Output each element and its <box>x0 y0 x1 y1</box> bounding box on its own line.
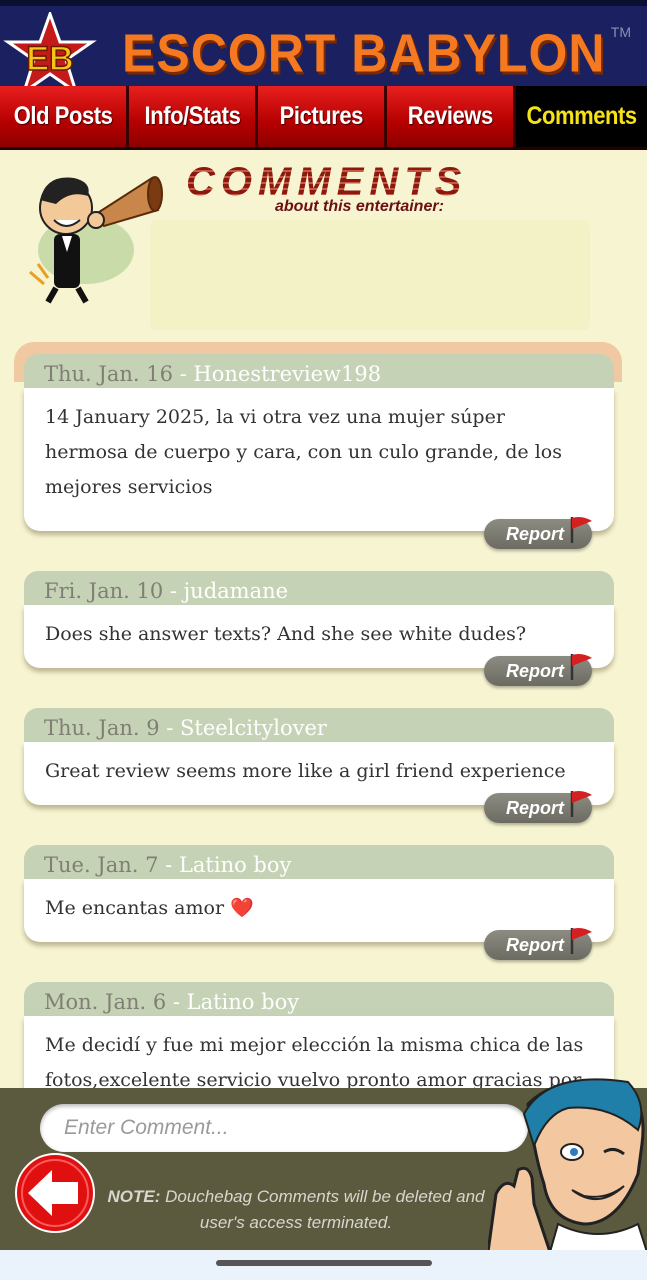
heart-emoji: ❤️ <box>230 897 254 919</box>
comments-feed: Thu. Jan. 16 - Honestreview198 14 Januar… <box>24 354 614 1154</box>
megaphone-mascot-icon <box>29 176 163 304</box>
comment-policy-note: NOTE: Douchebag Comments will be deleted… <box>106 1184 486 1236</box>
site-title[interactable]: ESCORT BABYLON <box>122 22 605 85</box>
comment-user[interactable]: Latino boy <box>187 990 299 1014</box>
tab-label: Comments <box>526 102 637 130</box>
comment-text: Me encantas amor <box>45 897 225 919</box>
report-label: Report <box>506 935 564 955</box>
nav-tabs: Old Posts Info/Stats Pictures Reviews Co… <box>0 86 647 150</box>
comment-sep: - <box>159 716 181 740</box>
comment-date: Thu. Jan. 16 <box>44 362 173 386</box>
system-nav-bar <box>0 1250 647 1280</box>
comment-user[interactable]: Honestreview198 <box>193 362 381 386</box>
comment-date: Thu. Jan. 9 <box>44 716 160 740</box>
banner-subtitle: about this entertainer: <box>275 198 444 215</box>
comment-item: Thu. Jan. 9 - Steelcitylover Great revie… <box>24 708 614 823</box>
comment-date: Fri. Jan. 10 <box>44 579 164 603</box>
winking-guy-icon <box>488 1078 647 1252</box>
tab-label: Pictures <box>279 102 363 130</box>
comment-header: Mon. Jan. 6 - Latino boy <box>24 982 614 1016</box>
comment-item: Fri. Jan. 10 - judamane Does she answer … <box>24 571 614 686</box>
note-text: Douchebag Comments will be deleted and u… <box>160 1187 485 1232</box>
comment-sep: - <box>158 853 179 877</box>
tab-label: Info/Stats <box>144 102 240 130</box>
intro-box <box>150 220 590 330</box>
note-label: NOTE: <box>107 1187 161 1206</box>
comment-text: 14 January 2025, la vi otra vez una muje… <box>24 388 614 531</box>
flag-icon <box>570 517 592 543</box>
comment-item: Tue. Jan. 7 - Latino boy Me encantas amo… <box>24 845 614 960</box>
report-label: Report <box>506 661 564 681</box>
tab-label: Old Posts <box>13 102 113 130</box>
comment-user[interactable]: Steelcitylover <box>180 716 327 740</box>
comment-header: Thu. Jan. 16 - Honestreview198 <box>24 354 614 388</box>
comment-date: Tue. Jan. 7 <box>44 853 159 877</box>
report-button[interactable]: Report <box>484 791 592 823</box>
report-button[interactable]: Report <box>484 517 592 549</box>
flag-icon <box>570 654 592 680</box>
report-label: Report <box>506 524 564 544</box>
comment-user[interactable]: Latino boy <box>179 853 291 877</box>
trademark: TM <box>610 24 631 40</box>
report-label: Report <box>506 798 564 818</box>
site-header: EB ESCORT BABYLON TM <box>0 0 647 96</box>
report-button[interactable]: Report <box>484 654 592 686</box>
comment-user[interactable]: judamane <box>184 579 288 603</box>
comment-input[interactable] <box>40 1104 528 1152</box>
comment-item: Thu. Jan. 16 - Honestreview198 14 Januar… <box>24 354 614 549</box>
comment-sep: - <box>166 990 187 1014</box>
tab-info-stats[interactable]: Info/Stats <box>129 86 258 147</box>
comment-header: Fri. Jan. 10 - judamane <box>24 571 614 605</box>
back-arrow-icon[interactable] <box>14 1152 96 1234</box>
tab-old-posts[interactable]: Old Posts <box>0 86 129 147</box>
tab-reviews[interactable]: Reviews <box>387 86 516 147</box>
comment-sep: - <box>163 579 184 603</box>
comment-date: Mon. Jan. 6 <box>44 990 167 1014</box>
home-indicator[interactable] <box>216 1260 432 1266</box>
tab-comments[interactable]: Comments <box>516 86 647 147</box>
comment-sep: - <box>172 362 194 386</box>
tab-label: Reviews <box>407 102 493 130</box>
flag-icon <box>570 928 592 954</box>
tab-pictures[interactable]: Pictures <box>258 86 387 147</box>
report-button[interactable]: Report <box>484 928 592 960</box>
logo-text: EB <box>26 40 73 78</box>
flag-icon <box>570 791 592 817</box>
comment-header: Thu. Jan. 9 - Steelcitylover <box>24 708 614 742</box>
comment-header: Tue. Jan. 7 - Latino boy <box>24 845 614 879</box>
